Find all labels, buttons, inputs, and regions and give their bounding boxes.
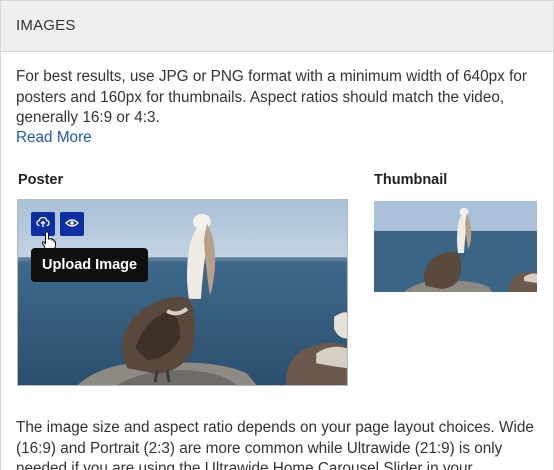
thumbnail-image[interactable] — [374, 201, 537, 292]
panel-header: IMAGES — [1, 1, 553, 52]
preview-image-button[interactable] — [60, 212, 84, 236]
thumbnail-label: Thumbnail — [374, 172, 448, 188]
intro-text: For best results, use JPG or PNG format … — [16, 68, 527, 126]
images-panel: IMAGES For best results, use JPG or PNG … — [0, 0, 554, 470]
footer-text: The image size and aspect ratio depends … — [16, 419, 534, 470]
panel-title: IMAGES — [16, 17, 76, 34]
poster-label: Poster — [18, 172, 64, 188]
read-more-link[interactable]: Read More — [16, 129, 92, 147]
eye-icon — [65, 215, 79, 233]
upload-image-tooltip: Upload Image — [31, 248, 149, 282]
pelican-thumbnail-photo — [374, 201, 537, 292]
